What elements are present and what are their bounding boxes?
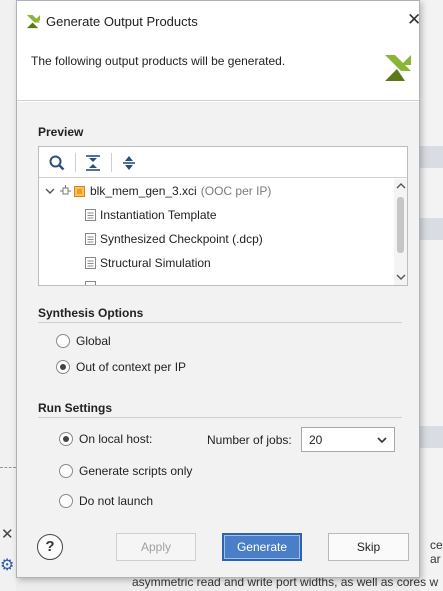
radio-label: Do not launch xyxy=(79,494,154,508)
apply-button[interactable]: Apply xyxy=(116,533,196,561)
tree-root-mode: (OOC per IP) xyxy=(200,184,272,198)
scroll-up-icon[interactable] xyxy=(396,181,406,191)
run-settings-section-title: Run Settings xyxy=(38,401,112,415)
dialog-header: The following output products will be ge… xyxy=(17,39,419,101)
scroll-down-icon[interactable] xyxy=(396,272,406,282)
preview-section-title: Preview xyxy=(38,125,84,139)
preview-panel: blk_mem_gen_3.xci (OOC per IP) Instantia… xyxy=(38,146,408,286)
file-icon xyxy=(85,257,96,269)
chevron-down-icon xyxy=(377,437,387,444)
close-button[interactable]: ✕ xyxy=(407,11,421,29)
toolbar-separator xyxy=(111,153,112,172)
tree-scrollbar[interactable] xyxy=(394,179,407,285)
radio-button[interactable] xyxy=(56,360,70,374)
radio-label: Generate scripts only xyxy=(79,464,193,478)
number-of-jobs-select[interactable]: 20 xyxy=(301,427,395,452)
background-row-highlight xyxy=(420,146,443,168)
tree-child-label: Synthesized Checkpoint (.dcp) xyxy=(100,232,263,246)
search-icon[interactable] xyxy=(47,153,67,173)
radio-button[interactable] xyxy=(56,334,70,348)
radio-button[interactable] xyxy=(59,432,73,446)
vivado-logo-icon xyxy=(385,55,411,81)
background-gear-icon[interactable]: ⚙ xyxy=(0,555,14,575)
background-left-panel xyxy=(0,0,16,591)
vivado-logo-icon xyxy=(26,14,41,29)
number-of-jobs-value: 20 xyxy=(309,433,323,447)
synthesis-section-title: Synthesis Options xyxy=(38,306,144,320)
section-divider xyxy=(38,322,402,323)
chevron-down-icon[interactable] xyxy=(45,186,55,196)
file-icon xyxy=(85,233,96,245)
collapse-all-icon[interactable] xyxy=(83,153,103,173)
radio-button[interactable] xyxy=(59,464,73,478)
radio-label: Out of context per IP xyxy=(76,360,187,374)
tree-child-label: Structural Simulation xyxy=(100,256,211,270)
help-button[interactable]: ? xyxy=(37,534,63,560)
radio-label: On local host: xyxy=(79,432,153,446)
background-text-fragment: ce ar xyxy=(430,538,443,566)
help-icon: ? xyxy=(45,538,55,555)
background-row-highlight xyxy=(420,218,443,240)
tree-row-child[interactable]: Structural Simulation xyxy=(85,251,211,275)
synthesis-option-global[interactable]: Global xyxy=(56,334,111,348)
section-divider xyxy=(38,417,402,418)
tree-root-label: blk_mem_gen_3.xci xyxy=(90,184,197,198)
background-close-icon[interactable]: ✕ xyxy=(1,525,14,543)
close-icon: ✕ xyxy=(407,10,422,29)
tree-row-child[interactable]: Synthesized Checkpoint (.dcp) xyxy=(85,227,263,251)
file-icon xyxy=(85,281,96,285)
background-row-highlight xyxy=(420,426,443,448)
background-divider xyxy=(0,467,16,468)
run-option-do-not-launch[interactable]: Do not launch xyxy=(59,494,153,508)
toolbar-separator xyxy=(75,153,76,172)
background-right-panel xyxy=(420,0,443,591)
number-of-jobs-label: Number of jobs: xyxy=(207,433,292,447)
ip-hierarchy-icon xyxy=(60,185,71,195)
file-icon xyxy=(85,209,96,221)
tree-row-child[interactable]: Instantiation Template xyxy=(85,203,217,227)
skip-button[interactable]: Skip xyxy=(328,533,409,561)
radio-label: Global xyxy=(76,334,111,348)
run-option-local-host[interactable]: On local host: xyxy=(59,432,152,446)
expand-all-icon[interactable] xyxy=(119,153,139,173)
radio-button[interactable] xyxy=(59,494,73,508)
run-option-generate-scripts[interactable]: Generate scripts only xyxy=(59,464,192,478)
dialog-description: The following output products will be ge… xyxy=(31,54,286,68)
tree-child-label: Instantiation Template xyxy=(100,208,217,222)
tree-row-root[interactable]: blk_mem_gen_3.xci (OOC per IP) xyxy=(45,179,271,203)
preview-toolbar xyxy=(39,147,407,178)
scrollbar-thumb[interactable] xyxy=(397,197,404,253)
synthesis-option-ooc[interactable]: Out of context per IP xyxy=(56,360,186,374)
output-products-tree: blk_mem_gen_3.xci (OOC per IP) Instantia… xyxy=(39,179,395,285)
dialog-title: Generate Output Products xyxy=(46,14,198,29)
title-bar: Generate Output Products ✕ xyxy=(17,1,421,39)
generate-button[interactable]: Generate xyxy=(222,533,302,561)
generate-output-products-dialog: Generate Output Products ✕ The following… xyxy=(16,0,421,578)
tree-row-partial xyxy=(85,275,100,285)
ip-core-icon xyxy=(74,185,85,197)
